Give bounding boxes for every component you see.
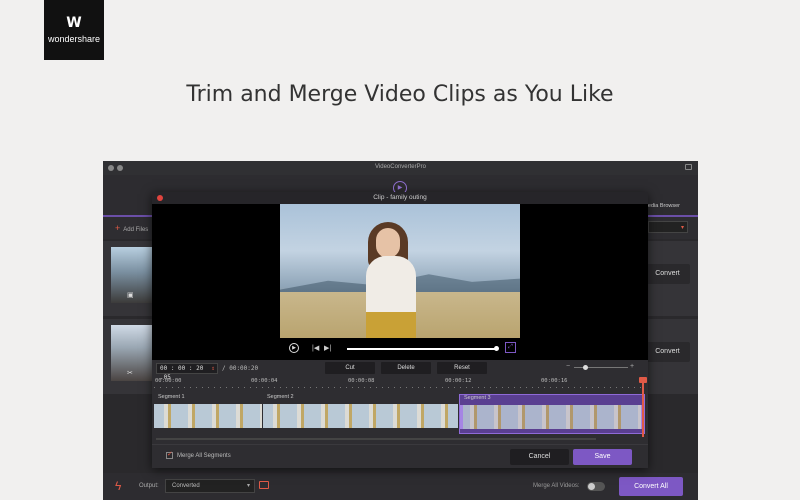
- time-stepper-icon[interactable]: ⇕: [211, 364, 215, 373]
- clip-dialog: ▶ Clip - family outing ▶ |◀ ▶| ⤢ 00 : 00…: [152, 181, 648, 468]
- dialog-footer: Merge All Segments Cancel Save: [152, 444, 648, 468]
- window-title: VideoConverterPro: [375, 164, 426, 170]
- chat-icon[interactable]: [685, 164, 692, 170]
- time-input[interactable]: 00 : 00 : 20 .05 ⇕: [156, 363, 218, 381]
- save-button[interactable]: Save: [573, 449, 632, 465]
- add-files-label: Add Files: [123, 227, 149, 233]
- playback-progress[interactable]: [347, 346, 499, 351]
- segment-label: Segment 2: [267, 394, 294, 400]
- output-label: Output:: [139, 483, 159, 489]
- merge-all-videos-toggle[interactable]: [587, 482, 605, 491]
- person-skirt: [366, 312, 416, 338]
- cut-button[interactable]: Cut: [325, 362, 375, 374]
- target-format-dropdown[interactable]: ▾: [648, 221, 688, 233]
- ruler-tick: 00:00:08: [348, 378, 375, 384]
- reset-button[interactable]: Reset: [437, 362, 487, 374]
- ruler-ticks: [154, 387, 644, 388]
- chevron-down-icon: ▾: [246, 483, 250, 489]
- dialog-header: Clip - family outing: [152, 192, 648, 204]
- convert-button[interactable]: Convert: [645, 342, 690, 362]
- clip-duration: / 00:00:20: [222, 365, 259, 372]
- trim-icon[interactable]: ▣: [127, 291, 134, 299]
- scissors-icon[interactable]: ✂: [127, 369, 133, 377]
- timeline-scrollbar[interactable]: [156, 438, 596, 440]
- timeline-segment[interactable]: Segment 2: [263, 394, 458, 434]
- segment-filmstrip: [460, 405, 644, 429]
- wondershare-logo-text: wondershare: [47, 34, 101, 44]
- zoom-slider[interactable]: [574, 365, 628, 370]
- segment-filmstrip: [263, 404, 458, 428]
- playback-progress-fill: [347, 348, 496, 350]
- output-folder-select[interactable]: Converted ▾: [165, 479, 255, 493]
- segment-label: Segment 3: [464, 395, 491, 401]
- timeline-segment[interactable]: Segment 1: [154, 394, 262, 434]
- play-icon[interactable]: ▶: [289, 343, 299, 353]
- output-folder-value: Converted: [172, 483, 200, 489]
- timeline-playhead[interactable]: [639, 377, 647, 437]
- plus-icon: +: [115, 223, 121, 233]
- ruler-tick: 00:00:04: [251, 378, 278, 384]
- bottom-bar: ϟ Output: Converted ▾ Merge All Videos: …: [103, 473, 698, 500]
- video-preview[interactable]: [280, 204, 520, 338]
- merge-all-videos-label: Merge All Videos:: [533, 483, 580, 489]
- previous-frame-icon[interactable]: |◀: [312, 344, 319, 352]
- dialog-title: Clip - family outing: [373, 194, 427, 201]
- timeline-segment-selected[interactable]: Segment 3: [459, 394, 645, 434]
- add-files-button[interactable]: + Add Files: [115, 223, 148, 233]
- video-preview-area: ▶ |◀ ▶| ⤢: [152, 204, 648, 360]
- convert-all-button[interactable]: Convert All: [619, 477, 683, 496]
- merge-segments-label: Merge All Segments: [177, 453, 231, 459]
- cancel-button[interactable]: Cancel: [510, 449, 569, 465]
- wondershare-logo-mark: W: [66, 15, 82, 31]
- delete-button[interactable]: Delete: [381, 362, 431, 374]
- convert-button[interactable]: Convert: [645, 264, 690, 284]
- zoom-in-icon[interactable]: +: [630, 363, 634, 370]
- segment-filmstrip: [154, 404, 262, 428]
- timeline-ruler[interactable]: 00:00:00 00:00:04 00:00:08 00:00:12 00:0…: [152, 378, 648, 392]
- lightning-icon[interactable]: ϟ: [115, 479, 121, 493]
- ruler-tick: 00:00:12: [445, 378, 472, 384]
- page-headline: Trim and Merge Video Clips as You Like: [186, 82, 614, 107]
- segment-start-handle[interactable]: [460, 405, 463, 429]
- merge-segments-checkbox[interactable]: [166, 450, 173, 459]
- segment-label: Segment 1: [158, 394, 185, 400]
- next-frame-icon[interactable]: ▶|: [324, 344, 331, 352]
- folder-icon[interactable]: [259, 481, 269, 489]
- person-face: [376, 228, 400, 258]
- playback-scrubber[interactable]: [493, 346, 499, 351]
- ruler-tick: 00:00:16: [541, 378, 568, 384]
- zoom-slider-knob[interactable]: [582, 365, 588, 370]
- chevron-down-icon: ▾: [680, 225, 684, 231]
- ruler-tick: 00:00:00: [155, 378, 182, 384]
- fullscreen-icon[interactable]: ⤢: [505, 342, 516, 353]
- zoom-out-icon[interactable]: −: [566, 363, 570, 370]
- wondershare-logo: W wondershare: [44, 0, 104, 60]
- window-titlebar: VideoConverterPro: [103, 161, 698, 175]
- media-browser-link[interactable]: Media Browser: [643, 203, 680, 209]
